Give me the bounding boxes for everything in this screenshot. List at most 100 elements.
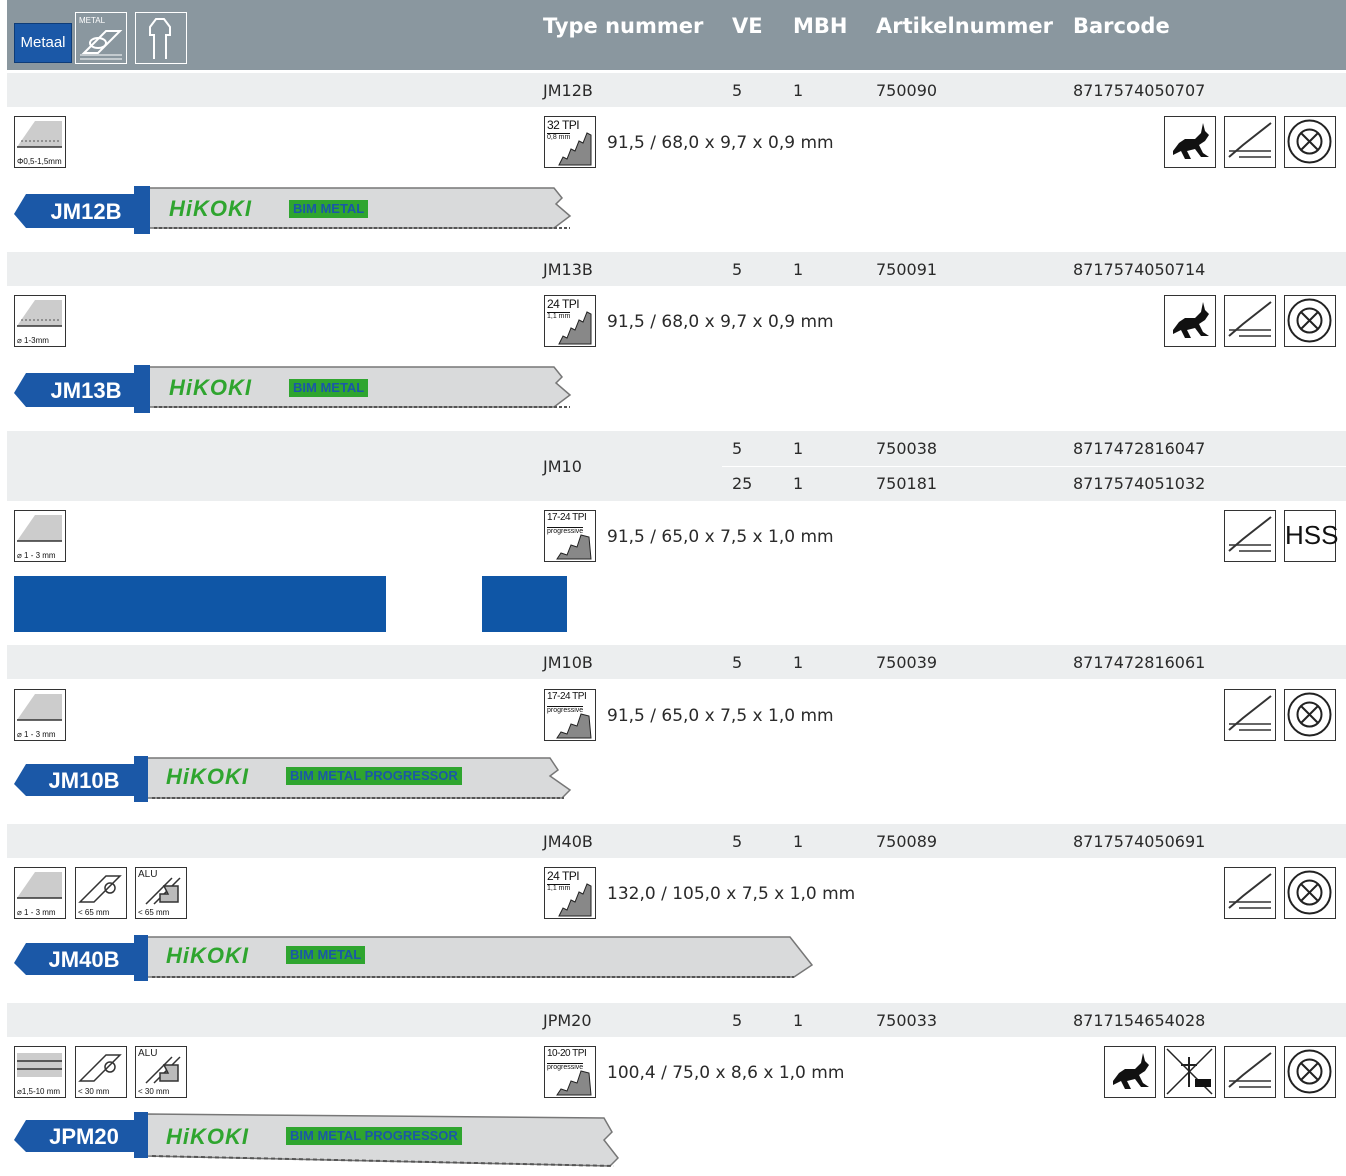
straight-cut-icon (1224, 867, 1276, 919)
blade-spec: BIM METAL PROGRESSOR (286, 1127, 462, 1145)
alu-size-label: < 65 mm (138, 908, 170, 917)
mbh-value: 1 (793, 1011, 804, 1030)
tube-icon: < 65 mm (75, 867, 127, 919)
ve-value: 25 (732, 474, 753, 493)
blade-brand: HiKOKI (166, 943, 249, 968)
tpi-icon: 24 TPI 1,1 mm (544, 295, 596, 347)
mbh-value: 1 (793, 81, 804, 100)
ve-value: 5 (732, 439, 743, 458)
barcode-value: 8717574050707 (1073, 81, 1206, 100)
col-ve: VE (732, 14, 763, 38)
barcode-value: 8717472816061 (1073, 653, 1206, 672)
bi-metal-icon (1284, 295, 1336, 347)
tpi-icon: 24 TPI 1,1 mm (544, 867, 596, 919)
metal-icon-label: METAL (79, 16, 106, 25)
blade-image: JM13B HiKOKI BIM METAL (14, 363, 574, 415)
rabbit-icon (1164, 116, 1216, 168)
artikel-value: 750090 (876, 81, 938, 100)
type-number: JPM20 (543, 1011, 592, 1030)
blade-tag: JM12B (34, 196, 138, 228)
no-bevel-icon (1164, 1046, 1216, 1098)
material-thickness-label: ⌀ 1 - 3 mm (17, 730, 56, 739)
artikel-value: 750033 (876, 1011, 938, 1030)
bi-metal-icon (1284, 1046, 1336, 1098)
alu-label: ALU (138, 869, 158, 880)
bi-metal-icon (1284, 116, 1336, 168)
mbh-value: 1 (793, 260, 804, 279)
straight-cut-icon (1224, 1046, 1276, 1098)
blade-tag: JM13B (34, 375, 138, 407)
tpi-icon: 17-24 TPI progressive (544, 689, 596, 741)
mbh-value: 1 (793, 474, 804, 493)
straight-cut-icon (1224, 116, 1276, 168)
artikel-value: 750089 (876, 832, 938, 851)
sheet-metal-icon: Φ0,5-1,5mm (14, 116, 66, 168)
blade-brand: HiKOKI (169, 375, 252, 400)
blade-spec: BIM METAL (286, 946, 366, 964)
rabbit-icon (1104, 1046, 1156, 1098)
metal-material-icon: METAL (75, 12, 127, 64)
blade-image: JPM20 HiKOKI BIM METAL PROGRESSOR (14, 1112, 624, 1170)
artikel-value: 750039 (876, 653, 938, 672)
type-number: JM12B (543, 81, 593, 100)
rabbit-icon (1164, 295, 1216, 347)
blade-tag: JPM20 (32, 1122, 136, 1152)
mbh-value: 1 (793, 653, 804, 672)
category-badge: Metaal (14, 23, 72, 63)
blade-image: JM12B HiKOKI BIM METAL (14, 184, 574, 236)
col-mbh: MBH (793, 14, 848, 38)
artikel-value: 750038 (876, 439, 938, 458)
mbh-value: 1 (793, 439, 804, 458)
sheet-metal-icon: ⌀ 1-3mm (14, 295, 66, 347)
sheet-metal-icon: ⌀1,5-10 mm (14, 1046, 66, 1098)
straight-cut-icon (1224, 510, 1276, 562)
alu-size-label: < 30 mm (138, 1087, 170, 1096)
blade-image: JM10B HiKOKI BIM METAL PROGRESSOR (14, 756, 574, 802)
artikel-value: 750181 (876, 474, 938, 493)
blade-brand: HiKOKI (166, 764, 249, 789)
barcode-value: 8717574050691 (1073, 832, 1206, 851)
blade-tag: JM40B (32, 945, 136, 975)
tpi-icon: 17-24 TPI progressive (544, 510, 596, 562)
tpi-icon: 10-20 TPI progressive (544, 1046, 596, 1098)
tube-icon: < 30 mm (75, 1046, 127, 1098)
blade-spec: BIM METAL (289, 379, 369, 397)
type-number: JM10 (543, 457, 582, 476)
artikel-value: 750091 (876, 260, 938, 279)
ve-value: 5 (732, 1011, 743, 1030)
barcode-value: 8717154654028 (1073, 1011, 1206, 1030)
blade-spec: BIM METAL PROGRESSOR (286, 767, 462, 785)
bi-metal-icon (1284, 867, 1336, 919)
col-barcode: Barcode (1073, 14, 1170, 38)
material-thickness-label: ⌀ 1 - 3 mm (17, 551, 56, 560)
shank-icon (135, 12, 187, 64)
row-divider (722, 466, 1346, 467)
barcode-value: 8717574051032 (1073, 474, 1206, 493)
material-thickness-label: ⌀ 1-3mm (17, 336, 49, 345)
blade-spec: BIM METAL (289, 200, 369, 218)
type-number: JM10B (543, 653, 593, 672)
mbh-value: 1 (793, 832, 804, 851)
sheet-metal-icon: ⌀ 1 - 3 mm (14, 510, 66, 562)
blade-brand: HiKOKI (166, 1124, 249, 1149)
blade-image: JM40B HiKOKI BIM METAL (14, 935, 814, 981)
material-thickness-label: Φ0,5-1,5mm (17, 157, 62, 166)
col-artikelnummer: Artikelnummer (876, 14, 1053, 38)
alu-label: ALU (138, 1048, 158, 1059)
type-number: JM40B (543, 832, 593, 851)
hss-icon: HSS (1284, 510, 1338, 562)
straight-cut-icon (1224, 689, 1276, 741)
tube-size-label: < 65 mm (78, 908, 110, 917)
dimensions: 91,5 / 65,0 x 7,5 x 1,0 mm (607, 527, 834, 547)
sheet-metal-icon: ⌀ 1 - 3 mm (14, 689, 66, 741)
ve-value: 5 (732, 260, 743, 279)
col-type-nummer: Type nummer (543, 14, 704, 38)
blade-tag: JM10B (32, 766, 136, 796)
blade-brand: HiKOKI (169, 196, 252, 221)
sheet-metal-icon: ⌀ 1 - 3 mm (14, 867, 66, 919)
dimensions: 91,5 / 65,0 x 7,5 x 1,0 mm (607, 706, 834, 726)
dimensions: 132,0 / 105,0 x 7,5 x 1,0 mm (607, 884, 856, 904)
table-header: Metaal METAL Type nummer VE MBH Artikeln… (7, 0, 1346, 70)
blade-placeholder-block (14, 576, 386, 632)
barcode-value: 8717472816047 (1073, 439, 1206, 458)
